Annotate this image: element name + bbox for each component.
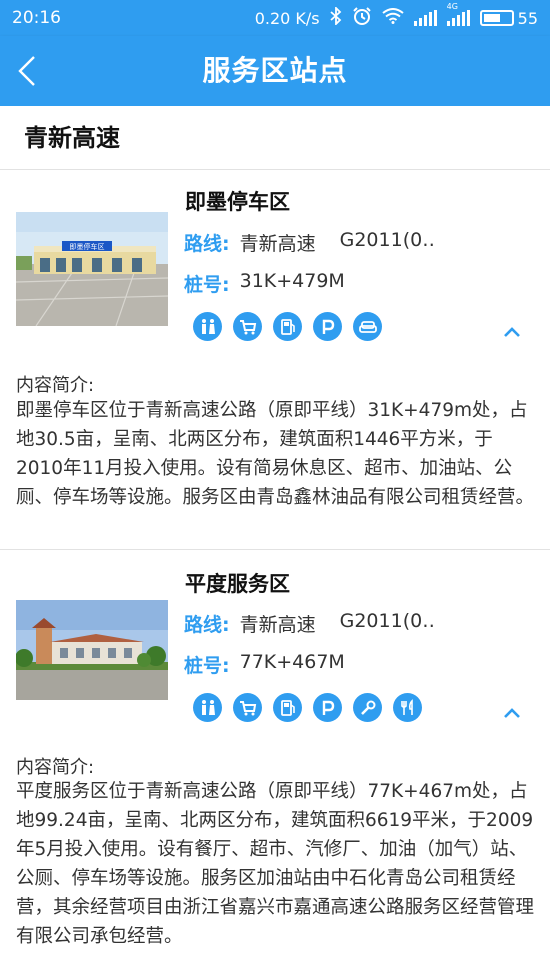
network-speed: 0.20 K/s bbox=[254, 8, 320, 28]
bluetooth-icon bbox=[330, 5, 342, 29]
app-header: 服务区站点 bbox=[0, 36, 550, 106]
service-area-card[interactable]: 即墨停车区 即墨停车区 路线: 青新高速 G2011(0‥ 桩号: 31K+47… bbox=[0, 171, 550, 550]
collapse-button[interactable] bbox=[502, 705, 522, 719]
collapse-button[interactable] bbox=[502, 324, 522, 338]
service-area-photo: 即墨停车区 bbox=[16, 212, 168, 326]
shopping-cart-icon bbox=[233, 693, 262, 722]
chevron-up-icon bbox=[504, 708, 520, 718]
stake-label: 桩号: bbox=[184, 274, 230, 296]
service-area-name: 即墨停车区 bbox=[185, 190, 290, 214]
wifi-icon bbox=[382, 8, 404, 28]
battery-icon bbox=[479, 10, 514, 26]
stake-row: 桩号: 31K+479M bbox=[184, 270, 345, 297]
page-title: 服务区站点 bbox=[202, 54, 348, 87]
route-code: G2011(0‥ bbox=[339, 610, 435, 632]
battery-indicator: 55 bbox=[479, 8, 538, 28]
sofa-icon bbox=[353, 312, 382, 341]
status-time: 20:16 bbox=[12, 8, 61, 28]
parking-icon bbox=[313, 693, 342, 722]
facility-icons bbox=[193, 312, 382, 341]
chevron-up-icon bbox=[504, 327, 520, 337]
stake-row: 桩号: 77K+467M bbox=[184, 651, 345, 678]
stake-value: 31K+479M bbox=[239, 270, 345, 292]
service-area-photo bbox=[16, 600, 168, 700]
signal-icon bbox=[413, 10, 437, 26]
route-label: 路线: bbox=[184, 233, 230, 255]
wrench-icon bbox=[353, 693, 382, 722]
route-row: 路线: 青新高速 G2011(0‥ bbox=[184, 229, 435, 256]
intro-text: 平度服务区位于青新高速公路（原即平线）77K+467m处，占地99.24亩，呈南… bbox=[16, 781, 535, 947]
restaurant-icon bbox=[393, 693, 422, 722]
status-bar: 20:16 0.20 K/s 4G 55 bbox=[0, 0, 550, 36]
intro-text: 即墨停车区位于青新高速公路（原即平线）31K+479m处，占地30.5亩，呈南、… bbox=[16, 400, 535, 508]
route-value: 青新高速 bbox=[239, 614, 316, 636]
alarm-icon bbox=[352, 6, 372, 30]
signal-4g-icon: 4G bbox=[446, 2, 470, 26]
restroom-icon bbox=[193, 312, 222, 341]
service-area-card[interactable]: 平度服务区 路线: 青新高速 G2011(0‥ 桩号: 77K+467M 内容简… bbox=[0, 551, 550, 977]
network-type-label: 4G bbox=[446, 2, 458, 11]
fuel-icon bbox=[273, 312, 302, 341]
route-code: G2011(0‥ bbox=[339, 229, 435, 251]
stake-value: 77K+467M bbox=[239, 651, 345, 673]
intro-label: 内容简介: bbox=[16, 375, 95, 396]
shopping-cart-icon bbox=[233, 312, 262, 341]
photo-sign-text: 即墨停车区 bbox=[70, 242, 105, 251]
service-area-name: 平度服务区 bbox=[185, 572, 290, 596]
intro-label: 内容简介: bbox=[16, 757, 95, 778]
route-value: 青新高速 bbox=[239, 233, 316, 255]
fuel-icon bbox=[273, 693, 302, 722]
route-label: 路线: bbox=[184, 614, 230, 636]
parking-icon bbox=[313, 312, 342, 341]
restroom-icon bbox=[193, 693, 222, 722]
facility-icons bbox=[193, 693, 422, 722]
route-row: 路线: 青新高速 G2011(0‥ bbox=[184, 610, 435, 637]
highway-section-title: 青新高速 bbox=[0, 106, 550, 170]
stake-label: 桩号: bbox=[184, 655, 230, 677]
battery-level: 55 bbox=[517, 8, 538, 28]
